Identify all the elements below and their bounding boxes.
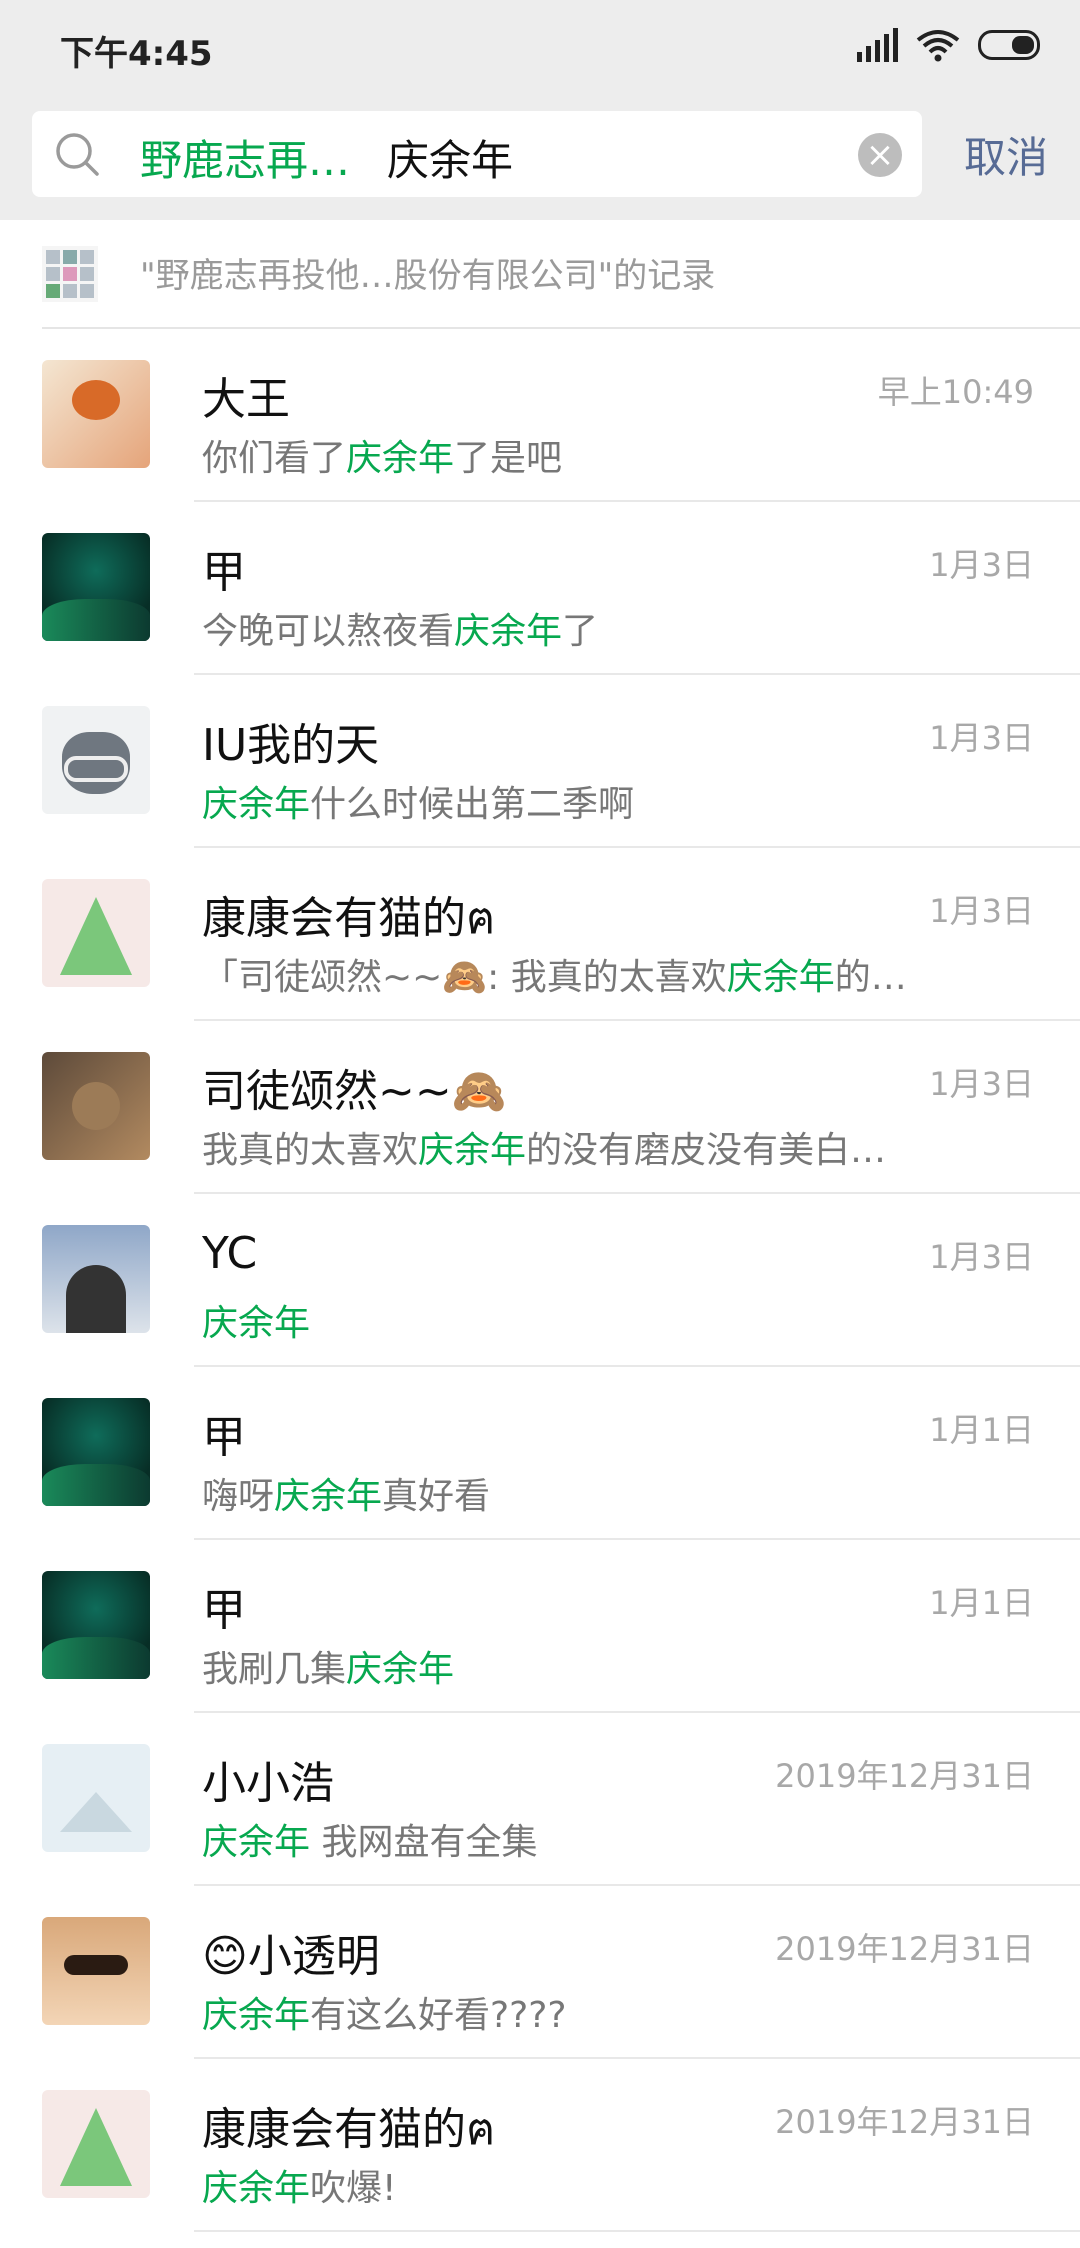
search-filter-tag[interactable]: 野鹿志再… xyxy=(140,127,350,188)
avatar xyxy=(42,1571,150,1679)
contact-name: 甲 xyxy=(202,1412,246,1463)
search-results-list: 大王 早上10:49 你们看了庆余年了是吧甲 1月3日 今晚可以熬夜看庆余年了 IU我的天… xyxy=(0,329,1080,2232)
avatar xyxy=(42,1744,150,1852)
snippet-suffix: 有这么好看???? xyxy=(310,1995,567,2036)
snippet-suffix: 真好看 xyxy=(382,1476,491,1517)
avatar xyxy=(42,1052,150,1160)
status-icons xyxy=(857,28,1040,62)
clear-icon[interactable]: × xyxy=(858,133,902,177)
message-snippet: 嗨呀庆余年真好看 xyxy=(202,1467,490,1519)
avatar xyxy=(42,706,150,814)
message-time: 1月3日 xyxy=(929,546,1034,584)
contact-name: 小小浩 xyxy=(202,1758,334,1809)
contact-name: 大王 xyxy=(202,374,290,425)
message-time: 1月3日 xyxy=(929,1065,1034,1103)
message-snippet: 你们看了庆余年了是吧 xyxy=(202,429,562,481)
status-time: 下午4:45 xyxy=(60,34,213,74)
list-item[interactable]: 大王 早上10:49 你们看了庆余年了是吧 xyxy=(0,329,1080,502)
avatar xyxy=(42,1225,150,1333)
message-time: 早上10:49 xyxy=(877,373,1034,411)
cancel-button[interactable]: 取消 xyxy=(964,124,1048,185)
snippet-suffix: 的没有磨皮没有美白… xyxy=(526,1130,887,1171)
message-time: 1月3日 xyxy=(929,1238,1034,1276)
snippet-prefix: 我刷几集 xyxy=(202,1649,347,1690)
list-item[interactable]: 甲 1月1日嗨呀庆余年真好看 xyxy=(0,1367,1080,1540)
avatar xyxy=(42,533,150,641)
group-avatar-icon xyxy=(42,246,98,302)
list-item[interactable]: YC 1月3日庆余年 xyxy=(0,1194,1080,1367)
contact-name: 康康会有猫的ฅ xyxy=(202,893,496,944)
snippet-suffix: 什么时候出第二季啊 xyxy=(310,784,635,825)
message-snippet: 今晚可以熬夜看庆余年了 xyxy=(202,602,598,654)
snippet-highlight: 庆余年 xyxy=(346,1649,455,1690)
search-icon xyxy=(56,133,99,176)
chat-record-link[interactable]: "野鹿志再投他…股份有限公司"的记录 xyxy=(42,220,1080,329)
wifi-icon xyxy=(916,30,960,62)
contact-name: 司徒颂然~~🙈 xyxy=(202,1066,507,1117)
message-time: 2019年12月31日 xyxy=(775,1930,1034,1968)
status-bar: 下午4:45 xyxy=(0,0,1080,96)
snippet-prefix: 我真的太喜欢 xyxy=(202,1130,419,1171)
snippet-suffix: 了是吧 xyxy=(454,438,563,479)
snippet-suffix: 吹爆! xyxy=(310,2168,397,2209)
snippet-prefix: 「司徒颂然~~🙈: 我真的太喜欢 xyxy=(202,957,727,998)
message-snippet: 庆余年 xyxy=(202,1294,310,1346)
message-time: 1月3日 xyxy=(929,719,1034,757)
message-snippet: 庆余年吹爆! xyxy=(202,2159,396,2211)
contact-name: 康康会有猫的ฅ xyxy=(202,2104,496,2155)
list-item[interactable]: 小小浩 2019年12月31日庆余年 我网盘有全集 xyxy=(0,1713,1080,1886)
list-item[interactable]: 司徒颂然~~🙈 1月3日我真的太喜欢庆余年的没有磨皮没有美白… xyxy=(0,1021,1080,1194)
snippet-prefix: 今晚可以熬夜看 xyxy=(202,611,455,652)
snippet-suffix: 的… xyxy=(834,957,907,998)
search-query[interactable]: 庆余年 xyxy=(387,127,513,188)
snippet-highlight: 庆余年 xyxy=(726,957,835,998)
list-item[interactable]: 康康会有猫的ฅ 2019年12月31日庆余年吹爆! xyxy=(0,2059,1080,2232)
contact-name: 😊小透明 xyxy=(202,1931,380,1982)
list-item[interactable]: 甲 1月3日今晚可以熬夜看庆余年了 xyxy=(0,502,1080,675)
snippet-suffix: 了 xyxy=(562,611,599,652)
message-snippet: 庆余年什么时候出第二季啊 xyxy=(202,775,634,827)
avatar xyxy=(42,360,150,468)
snippet-highlight: 庆余年 xyxy=(202,784,311,825)
avatar xyxy=(42,2090,150,2198)
message-time: 2019年12月31日 xyxy=(775,2103,1034,2141)
snippet-highlight: 庆余年 xyxy=(274,1476,383,1517)
snippet-highlight: 庆余年 xyxy=(202,1303,311,1344)
battery-icon xyxy=(978,30,1040,60)
message-snippet: 我真的太喜欢庆余年的没有磨皮没有美白… xyxy=(202,1121,886,1173)
record-label: "野鹿志再投他…股份有限公司"的记录 xyxy=(140,256,716,296)
snippet-prefix: 嗨呀 xyxy=(202,1476,275,1517)
snippet-highlight: 庆余年 xyxy=(418,1130,527,1171)
message-time: 1月1日 xyxy=(929,1584,1034,1622)
search-input[interactable]: 野鹿志再… 庆余年 × xyxy=(32,111,922,197)
contact-name: IU我的天 xyxy=(202,720,380,771)
snippet-highlight: 庆余年 xyxy=(454,611,563,652)
list-item[interactable]: 😊小透明 2019年12月31日庆余年有这么好看???? xyxy=(0,1886,1080,2059)
message-snippet: 庆余年 我网盘有全集 xyxy=(202,1813,537,1865)
snippet-highlight: 庆余年 xyxy=(202,1995,311,2036)
message-time: 1月3日 xyxy=(929,892,1034,930)
snippet-highlight: 庆余年 xyxy=(346,438,455,479)
message-snippet: 庆余年有这么好看???? xyxy=(202,1986,566,2038)
snippet-highlight: 庆余年 xyxy=(202,2168,311,2209)
message-time: 2019年12月31日 xyxy=(775,1757,1034,1795)
snippet-suffix: 我网盘有全集 xyxy=(310,1822,538,1863)
message-snippet: 我刷几集庆余年 xyxy=(202,1640,454,1692)
message-time: 1月1日 xyxy=(929,1411,1034,1449)
message-snippet: 「司徒颂然~~🙈: 我真的太喜欢庆余年的… xyxy=(202,948,907,1000)
list-item[interactable]: IU我的天 1月3日庆余年什么时候出第二季啊 xyxy=(0,675,1080,848)
contact-name: YC xyxy=(202,1228,258,1279)
divider xyxy=(194,2230,1080,2232)
snippet-prefix: 你们看了 xyxy=(202,438,347,479)
list-item[interactable]: 甲 1月1日我刷几集庆余年 xyxy=(0,1540,1080,1713)
list-item[interactable]: 康康会有猫的ฅ 1月3日 「司徒颂然~~🙈: 我真的太喜欢庆余年的… xyxy=(0,848,1080,1021)
avatar xyxy=(42,1398,150,1506)
avatar xyxy=(42,879,150,987)
contact-name: 甲 xyxy=(202,547,246,598)
avatar xyxy=(42,1917,150,2025)
snippet-highlight: 庆余年 xyxy=(202,1822,311,1863)
contact-name: 甲 xyxy=(202,1585,246,1636)
signal-icon xyxy=(857,28,898,62)
search-bar: 野鹿志再… 庆余年 × 取消 xyxy=(0,96,1080,220)
